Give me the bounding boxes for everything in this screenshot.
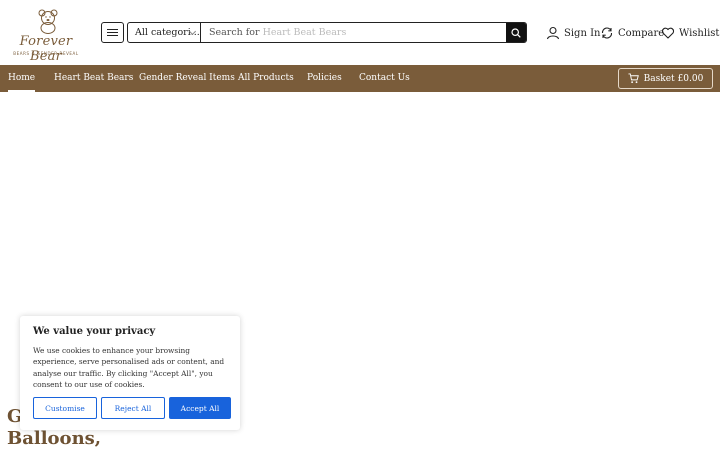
compare-icon	[601, 27, 613, 39]
brand-name: Forever Bear	[19, 34, 73, 64]
search-button[interactable]	[506, 23, 526, 42]
brand-logo[interactable]: Forever Bear BEARS & GENDER REVEAL	[6, 8, 86, 64]
cookie-buttons: Customise Reject All Accept All	[33, 397, 231, 419]
wishlist-link[interactable]: Wishlist	[661, 24, 719, 42]
search-label: Search for	[209, 27, 260, 38]
compare-link[interactable]: Compare	[600, 24, 664, 42]
user-icon	[546, 26, 560, 40]
hero-heading-line2: Balloons,	[7, 428, 102, 449]
brand-tagline: BEARS & GENDER REVEAL	[13, 51, 79, 56]
search-icon	[511, 27, 521, 38]
nav-item-contact-us[interactable]: Contact Us	[359, 65, 410, 92]
sign-in-link[interactable]: Sign In	[546, 24, 600, 42]
compare-label: Compare	[618, 27, 665, 39]
category-select[interactable]: All categori...	[128, 23, 201, 42]
cookie-consent-dialog: We value your privacy We use cookies to …	[20, 316, 240, 430]
search-input[interactable]: Search for Heart Beat Bears	[201, 23, 506, 42]
site-header: Forever Bear BEARS & GENDER REVEAL All c…	[0, 0, 720, 65]
hamburger-icon	[107, 28, 118, 37]
search-bar: All categori... Search for Heart Beat Be…	[127, 22, 527, 43]
main-navigation: Home Heart Beat Bears Gender Reveal Item…	[0, 65, 720, 92]
reject-all-button[interactable]: Reject All	[101, 397, 165, 419]
cart-icon	[628, 73, 639, 84]
heart-icon	[661, 27, 675, 39]
teddy-bear-icon	[38, 9, 58, 34]
search-hint: Heart Beat Bears	[262, 27, 347, 38]
wishlist-label: Wishlist	[679, 27, 720, 39]
customise-button[interactable]: Customise	[33, 397, 97, 419]
cookie-message: We use cookies to enhance your browsing …	[33, 346, 225, 389]
cookie-title: We value your privacy	[33, 326, 156, 337]
nav-item-all-products[interactable]: All Products	[238, 65, 294, 92]
nav-item-heart-beat-bears[interactable]: Heart Beat Bears	[54, 65, 133, 92]
nav-item-gender-reveal-items[interactable]: Gender Reveal Items	[139, 65, 235, 92]
nav-item-policies[interactable]: Policies	[307, 65, 342, 92]
basket-button[interactable]: Basket £0.00	[618, 68, 713, 89]
basket-amount: £0.00	[677, 73, 704, 84]
sign-in-label: Sign In	[564, 27, 601, 39]
hamburger-menu-button[interactable]	[101, 22, 124, 43]
nav-item-home[interactable]: Home	[8, 65, 36, 92]
basket-label: Basket	[643, 73, 675, 84]
accept-all-button[interactable]: Accept All	[169, 397, 231, 419]
